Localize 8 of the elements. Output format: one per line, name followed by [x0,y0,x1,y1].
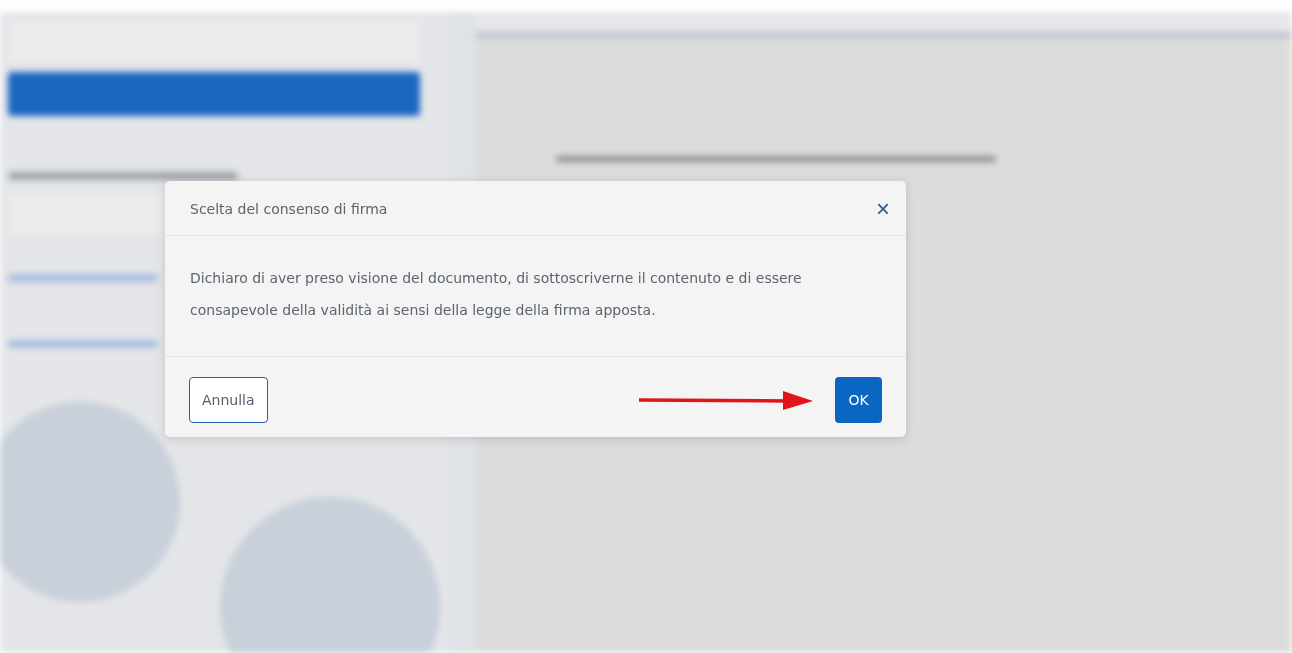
blurred-link[interactable] [8,274,158,282]
new-identity-button[interactable] [8,72,420,116]
ok-button[interactable]: OK [835,377,882,423]
consent-message: Dichiaro di aver preso visione del documento, di sottoscriverne il contenuto e di essere consapevole della validità ai sensi della legge della firma apposta. [165,236,906,357]
cancel-button[interactable]: Annulla [189,377,268,423]
close-button[interactable]: × [874,197,892,221]
blurred-link[interactable] [8,340,158,348]
dialog-title: Scelta del consenso di firma [190,201,388,217]
